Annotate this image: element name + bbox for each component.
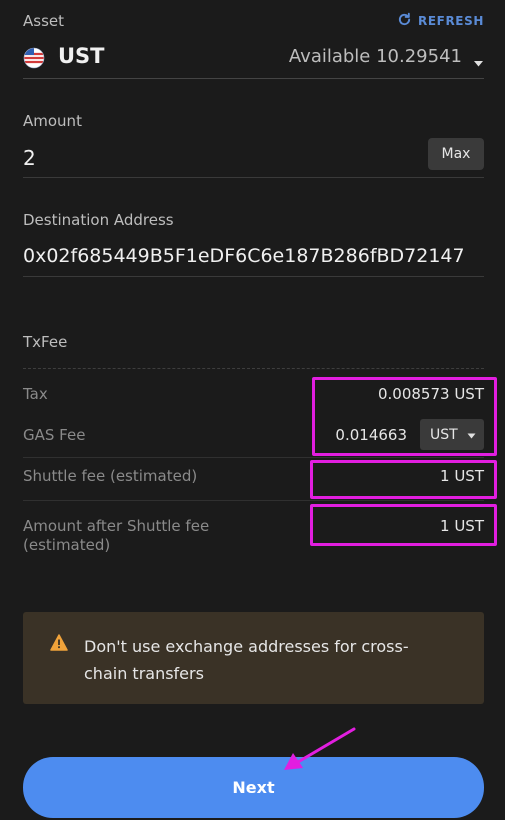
amount-input[interactable]: 2 (23, 146, 36, 170)
asset-label: Asset (23, 12, 65, 30)
asset-selector[interactable]: UST Available 10.29541 (23, 40, 484, 76)
warning-text-line2: chain transfers (84, 664, 204, 683)
available-balance: Available 10.29541 (288, 46, 462, 67)
shuttle-divider (23, 500, 484, 501)
us-flag-icon (23, 47, 45, 73)
highlight-box-shuttle-fee (310, 460, 497, 499)
amount-after-fee-label-line2: (estimated) (23, 536, 111, 554)
warning-icon (50, 634, 68, 655)
warning-text: Don't use exchange addresses for cross- … (84, 633, 409, 687)
refresh-label: REFRESH (418, 14, 484, 28)
amount-label: Amount (23, 112, 82, 130)
highlight-box-amount-after-fee (310, 504, 497, 546)
chevron-down-icon (473, 53, 484, 72)
refresh-icon (397, 12, 412, 30)
txfee-divider (23, 368, 484, 369)
asset-token: UST (58, 44, 105, 68)
max-button[interactable]: Max (428, 138, 484, 170)
warning-text-line1: Don't use exchange addresses for cross- (84, 637, 409, 656)
asset-divider (23, 78, 484, 79)
next-button[interactable]: Next (23, 757, 484, 818)
amount-after-fee-label: Amount after Shuttle fee (estimated) (23, 517, 209, 555)
gas-fee-label: GAS Fee (23, 426, 86, 444)
warning-banner: Don't use exchange addresses for cross- … (23, 612, 484, 704)
destination-label: Destination Address (23, 211, 174, 229)
highlight-box-tax-gas (312, 377, 497, 456)
tax-label: Tax (23, 385, 48, 403)
annotation-arrow-icon (284, 727, 356, 770)
destination-address-input[interactable]: 0x02f685449B5F1eDF6C6e187B286fBD72147 (23, 245, 465, 267)
destination-divider (23, 276, 484, 277)
amount-divider (23, 177, 484, 178)
refresh-button[interactable]: REFRESH (397, 12, 484, 30)
txfee-label: TxFee (23, 333, 68, 351)
gas-divider (23, 457, 484, 458)
shuttle-fee-label: Shuttle fee (estimated) (23, 467, 198, 485)
amount-after-fee-label-line1: Amount after Shuttle fee (23, 517, 210, 535)
